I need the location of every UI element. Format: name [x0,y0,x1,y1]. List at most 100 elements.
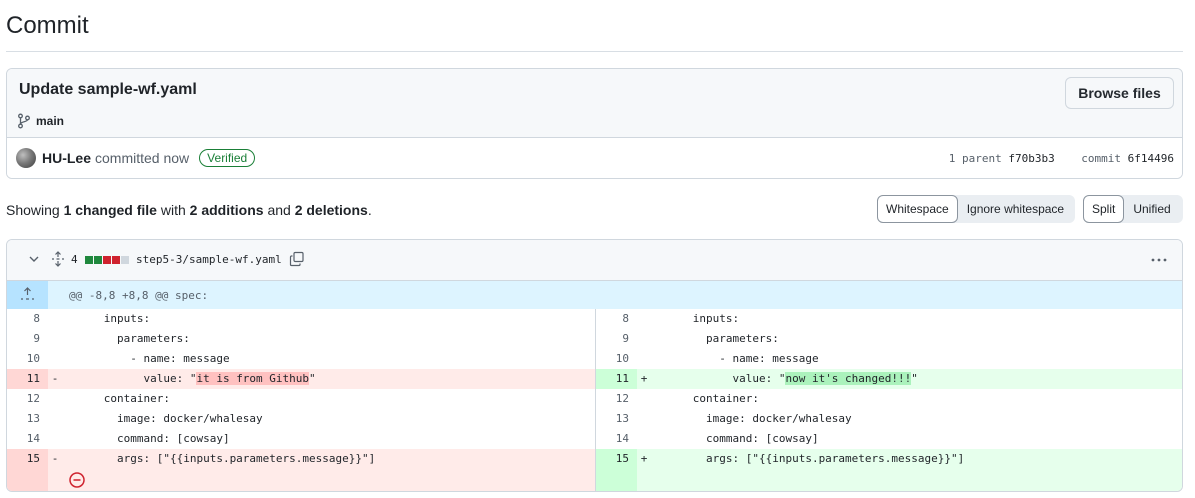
whitespace-option[interactable]: Whitespace [877,195,958,223]
code-text: args: ["{{inputs.parameters.message}}"] [62,449,595,469]
diffstat-block [103,256,111,264]
commit-shas: 1 parent f70b3b3 commit 6f14496 [949,152,1174,165]
left-diff-line: 10 - name: message [7,349,595,369]
line-number[interactable]: 11 [596,369,637,389]
diffstat-block [94,256,102,264]
summary-with: with [160,202,186,218]
diff-row: 9 parameters: 9 parameters: [7,329,1182,349]
diff-marker [48,349,62,369]
verified-badge[interactable]: Verified [199,149,256,167]
line-number[interactable]: 14 [7,429,48,449]
split-diff-table: 8 inputs: 8 inputs: 9 parameters: 9 paramet… [7,309,1182,491]
expand-up-button[interactable] [7,281,48,309]
code-text: image: docker/whalesay [62,409,595,429]
unified-view-option[interactable]: Unified [1124,195,1179,223]
line-number-filler [7,469,48,491]
commit-sha: 6f14496 [1127,152,1174,165]
avatar[interactable] [16,148,36,168]
branch-indicator[interactable]: main [17,113,64,129]
code-text: parameters: [651,329,1182,349]
code-text: value: "now it's changed!!!" [651,369,1182,389]
right-diff-line: 14 command: [cowsay] [595,429,1182,449]
diff-marker: + [640,372,648,385]
commit-message: Update sample-wf.yaml [19,81,197,98]
line-number-filler [596,469,637,491]
code-text: parameters: [62,329,595,349]
code-segment: " [911,372,918,385]
diff-marker [48,329,62,349]
code-text: inputs: [651,309,1182,329]
ignore-whitespace-option[interactable]: Ignore whitespace [958,195,1073,223]
code-text: inputs: [62,309,595,329]
right-diff-line: 15 + args: ["{{inputs.parameters.message}… [595,449,1182,469]
diff-view-toggle-group: Split Unified [1083,195,1183,223]
author-line: HU-Lee committed now Verified [42,149,256,167]
minus-circle-icon [69,472,85,488]
commit-action-text: committed now [95,150,190,166]
diff-marker [637,309,651,329]
left-diff-line: 15- args: ["{{inputs.parameters.message}… [7,449,595,469]
parent-label: 1 parent [948,152,1002,165]
code-text: container: [651,389,1182,409]
diff-marker: - [51,372,59,385]
remove-comment-button[interactable] [48,469,88,491]
line-number[interactable]: 12 [596,389,637,409]
diff-marker [48,409,62,429]
diff-summary: Showing 1 changed file with 2 additions … [6,202,372,218]
code-segment: container: [64,392,170,405]
diff-row: 8 inputs: 8 inputs: [7,309,1182,329]
diffstat-blocks [85,256,129,264]
split-view-option[interactable]: Split [1083,195,1125,223]
branch-name: main [36,114,65,128]
line-number[interactable]: 15 [596,449,637,469]
line-number[interactable]: 8 [7,309,48,329]
line-number[interactable]: 14 [596,429,637,449]
code-segment: - name: message [64,352,230,365]
diffstat-block [85,256,93,264]
left-diff-line: 12 container: [7,389,595,409]
parent-sha-link[interactable]: f70b3b3 [1008,152,1054,165]
line-number[interactable]: 9 [596,329,637,349]
line-number[interactable]: 13 [7,409,48,429]
code-segment: value: " [64,372,197,385]
line-number[interactable]: 8 [596,309,637,329]
page-title: Commit [6,12,89,39]
diff-row-extension [7,469,1182,491]
diff-marker [48,309,62,329]
line-number[interactable]: 13 [596,409,637,429]
left-diff-line: 14 command: [cowsay] [7,429,595,449]
code-text: image: docker/whalesay [651,409,1182,429]
diff-marker [637,389,651,409]
chevron-down-icon[interactable] [27,252,41,266]
right-diff-line: 9 parameters: [595,329,1182,349]
diff-marker [637,429,651,449]
right-diff-line: 12 container: [595,389,1182,409]
browse-files-button[interactable]: Browse files [1065,77,1174,109]
line-number[interactable]: 9 [7,329,48,349]
code-segment: - name: message [653,352,819,365]
diff-marker [637,329,651,349]
code-text: command: [cowsay] [62,429,595,449]
unfold-icon[interactable] [51,251,65,267]
diff-row: 12 container: 12 container: [7,389,1182,409]
line-number[interactable]: 10 [7,349,48,369]
line-number[interactable]: 10 [596,349,637,369]
diff-row: 10 - name: message 10 - name: message [7,349,1182,369]
commit-title-area: Update sample-wf.yaml main Browse files [7,69,1182,138]
line-number[interactable]: 12 [7,389,48,409]
file-path-link[interactable]: step5-3/sample-wf.yaml [136,253,282,266]
commit-meta-bar: HU-Lee committed now Verified 1 parent f… [7,138,1182,178]
code-text: container: [62,389,595,409]
author-link[interactable]: HU-Lee [42,150,91,166]
copy-icon[interactable] [289,251,305,267]
summary-suffix: . [367,202,372,218]
code-text: - name: message [651,349,1182,369]
whitespace-toggle-group: Whitespace Ignore whitespace [877,195,1075,223]
diff-marker: + [640,452,648,465]
expand-up-icon [21,287,34,300]
line-number[interactable]: 11 [7,369,48,389]
line-number[interactable]: 15 [7,449,48,469]
diff-marker [637,349,651,369]
kebab-menu-icon[interactable] [1150,252,1168,268]
right-diff-line: 11 + value: "now it's changed!!!" [595,369,1182,389]
